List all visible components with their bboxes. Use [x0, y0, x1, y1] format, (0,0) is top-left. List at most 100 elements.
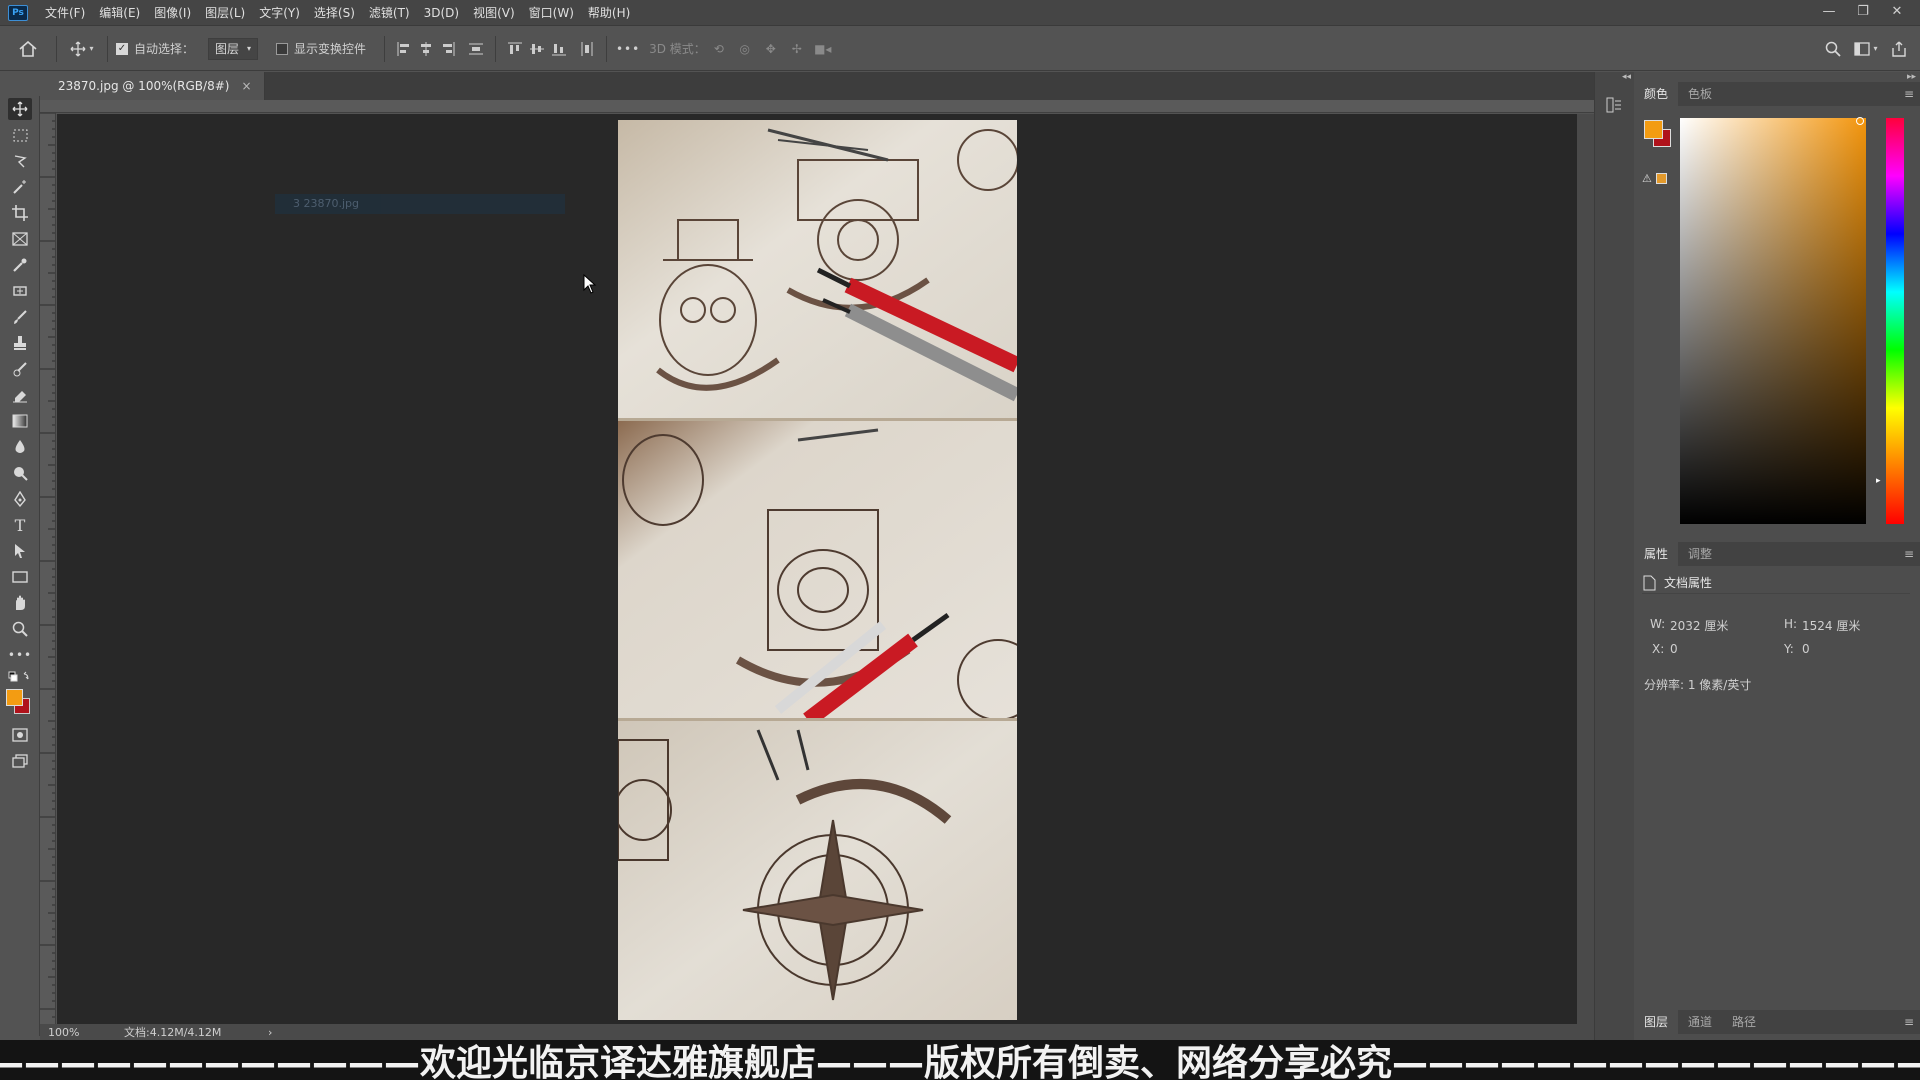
tab-swatches[interactable]: 色板 [1678, 82, 1722, 106]
rectangle-tool-icon[interactable] [8, 566, 32, 588]
align-top-icon[interactable] [504, 38, 526, 60]
dodge-tool-icon[interactable] [8, 462, 32, 484]
frame-tool-icon[interactable] [8, 228, 32, 250]
properties-panel-menu-icon[interactable]: ≡ [1904, 547, 1914, 561]
resolution-text: 分辨率: 1 像素/英寸 [1644, 678, 1752, 692]
gradient-tool-icon[interactable] [8, 410, 32, 432]
menu-view[interactable]: 视图(V) [466, 0, 522, 26]
eraser-tool-icon[interactable] [8, 384, 32, 406]
menu-image[interactable]: 图像(I) [147, 0, 198, 26]
align-bottom-icon[interactable] [548, 38, 570, 60]
history-panel-icon[interactable] [1605, 96, 1625, 116]
3d-slide-icon[interactable]: ✢ [784, 42, 810, 56]
eyedropper-tool-icon[interactable] [8, 254, 32, 276]
menu-file[interactable]: 文件(F) [38, 0, 92, 26]
layers-panel-menu-icon[interactable]: ≡ [1904, 1015, 1914, 1029]
color-panel-swatches[interactable] [1644, 120, 1672, 148]
close-window-button[interactable]: ✕ [1880, 0, 1914, 22]
restore-button[interactable]: ❐ [1846, 0, 1880, 22]
layer-dropdown-value: 图层 [215, 42, 240, 56]
menu-help[interactable]: 帮助(H) [581, 0, 637, 26]
align-hcenter-icon[interactable] [415, 38, 437, 60]
menu-edit[interactable]: 编辑(E) [92, 0, 147, 26]
tab-channels[interactable]: 通道 [1678, 1010, 1722, 1034]
color-panel-menu-icon[interactable]: ≡ [1904, 87, 1914, 101]
zoom-tool-icon[interactable] [8, 618, 32, 640]
properties-panel-tabs: 属性 调整 ≡ [1634, 542, 1920, 566]
close-tab-icon[interactable]: × [241, 79, 251, 93]
status-menu-arrow[interactable]: › [268, 1026, 272, 1039]
color-picker-field[interactable] [1680, 117, 1866, 524]
menu-type[interactable]: 文字(Y) [252, 0, 307, 26]
quick-mask-icon[interactable] [8, 724, 32, 746]
tab-adjustments[interactable]: 调整 [1678, 542, 1722, 566]
x-label: X: [1652, 642, 1665, 656]
distribute-vertical-icon[interactable] [465, 38, 487, 60]
tab-layers[interactable]: 图层 [1634, 1010, 1679, 1034]
default-colors-icon[interactable] [8, 670, 32, 684]
color-swatches-tool[interactable] [6, 689, 30, 714]
panel-foreground-swatch[interactable] [1644, 120, 1663, 139]
3d-scale-icon[interactable]: ■◂ [810, 42, 836, 56]
type-tool-icon[interactable]: T [8, 514, 32, 536]
magic-wand-tool-icon[interactable] [8, 176, 32, 198]
3d-orbit-icon[interactable]: ⟲ [706, 42, 732, 56]
auto-select-checkbox[interactable]: ✓ [116, 42, 128, 55]
crop-tool-icon[interactable] [8, 202, 32, 224]
home-icon[interactable] [8, 40, 48, 57]
hand-tool-icon[interactable] [8, 592, 32, 614]
tab-color[interactable]: 颜色 [1634, 82, 1679, 106]
3d-roll-icon[interactable]: ◎ [732, 42, 758, 56]
align-right-icon[interactable] [437, 38, 459, 60]
expand-panels-icon[interactable]: ▸▸ [1907, 72, 1916, 82]
blur-tool-icon[interactable] [8, 436, 32, 458]
right-panels: ▸▸ 颜色 色板 ≡ ⚠ ▸ 属性 调整 ≡ 文档属性 W: 2032 厘米 H… [1634, 72, 1920, 1042]
gamut-warning-swatch[interactable] [1656, 173, 1667, 184]
tab-properties[interactable]: 属性 [1634, 542, 1679, 566]
menu-3d[interactable]: 3D(D) [417, 0, 466, 26]
marquee-tool-icon[interactable] [8, 124, 32, 146]
align-left-icon[interactable] [393, 38, 415, 60]
path-selection-tool-icon[interactable] [8, 540, 32, 562]
share-icon[interactable] [1884, 41, 1914, 57]
distribute-horizontal-icon[interactable] [576, 38, 598, 60]
show-transform-checkbox[interactable] [276, 42, 289, 55]
hue-slider-handle-icon[interactable]: ▸ [1876, 476, 1881, 486]
x-value[interactable]: 0 [1670, 642, 1678, 656]
more-options-icon[interactable]: ••• [615, 42, 641, 56]
search-icon[interactable] [1818, 41, 1848, 57]
tab-paths[interactable]: 路径 [1722, 1010, 1766, 1034]
gamut-warning-icon: ⚠ [1642, 172, 1652, 185]
minimize-button[interactable]: — [1812, 0, 1846, 22]
move-tool-icon[interactable] [8, 98, 32, 120]
status-bar: 100% 文档:4.12M/4.12M › [40, 1024, 1594, 1040]
menu-layer[interactable]: 图层(L) [198, 0, 252, 26]
brush-tool-icon[interactable] [8, 306, 32, 328]
hue-slider[interactable] [1886, 118, 1904, 524]
screen-mode-icon[interactable] [8, 750, 32, 772]
layer-dropdown[interactable]: 图层 ▾ [208, 37, 259, 60]
height-value[interactable]: 1524 厘米 [1802, 617, 1860, 634]
workspace-icon[interactable]: ▾ [1848, 41, 1884, 56]
width-value[interactable]: 2032 厘米 [1670, 617, 1728, 634]
edit-toolbar-icon[interactable]: ••• [8, 644, 32, 666]
document-tab[interactable]: 23870.jpg @ 100%(RGB/8#) × [46, 72, 265, 100]
y-value[interactable]: 0 [1802, 642, 1810, 656]
zoom-level[interactable]: 100% [48, 1026, 108, 1039]
menu-select[interactable]: 选择(S) [307, 0, 362, 26]
collapse-dock-icon[interactable]: ◂◂ [1595, 72, 1635, 86]
clone-stamp-tool-icon[interactable] [8, 332, 32, 354]
pen-tool-icon[interactable] [8, 488, 32, 510]
move-tool-preset-icon[interactable]: ▾ [65, 41, 99, 57]
chevron-down-icon: ▾ [247, 44, 252, 53]
3d-pan-icon[interactable]: ✥ [758, 42, 784, 56]
healing-brush-tool-icon[interactable] [8, 280, 32, 302]
menu-filter[interactable]: 滤镜(T) [362, 0, 417, 26]
lasso-tool-icon[interactable] [8, 150, 32, 172]
history-brush-tool-icon[interactable] [8, 358, 32, 380]
foreground-color-swatch[interactable] [6, 689, 23, 706]
align-vcenter-icon[interactable] [526, 38, 548, 60]
document-tab-bar: 23870.jpg @ 100%(RGB/8#) × [46, 72, 1594, 100]
menu-window[interactable]: 窗口(W) [522, 0, 581, 26]
auto-select-label: 自动选择： [134, 42, 195, 56]
